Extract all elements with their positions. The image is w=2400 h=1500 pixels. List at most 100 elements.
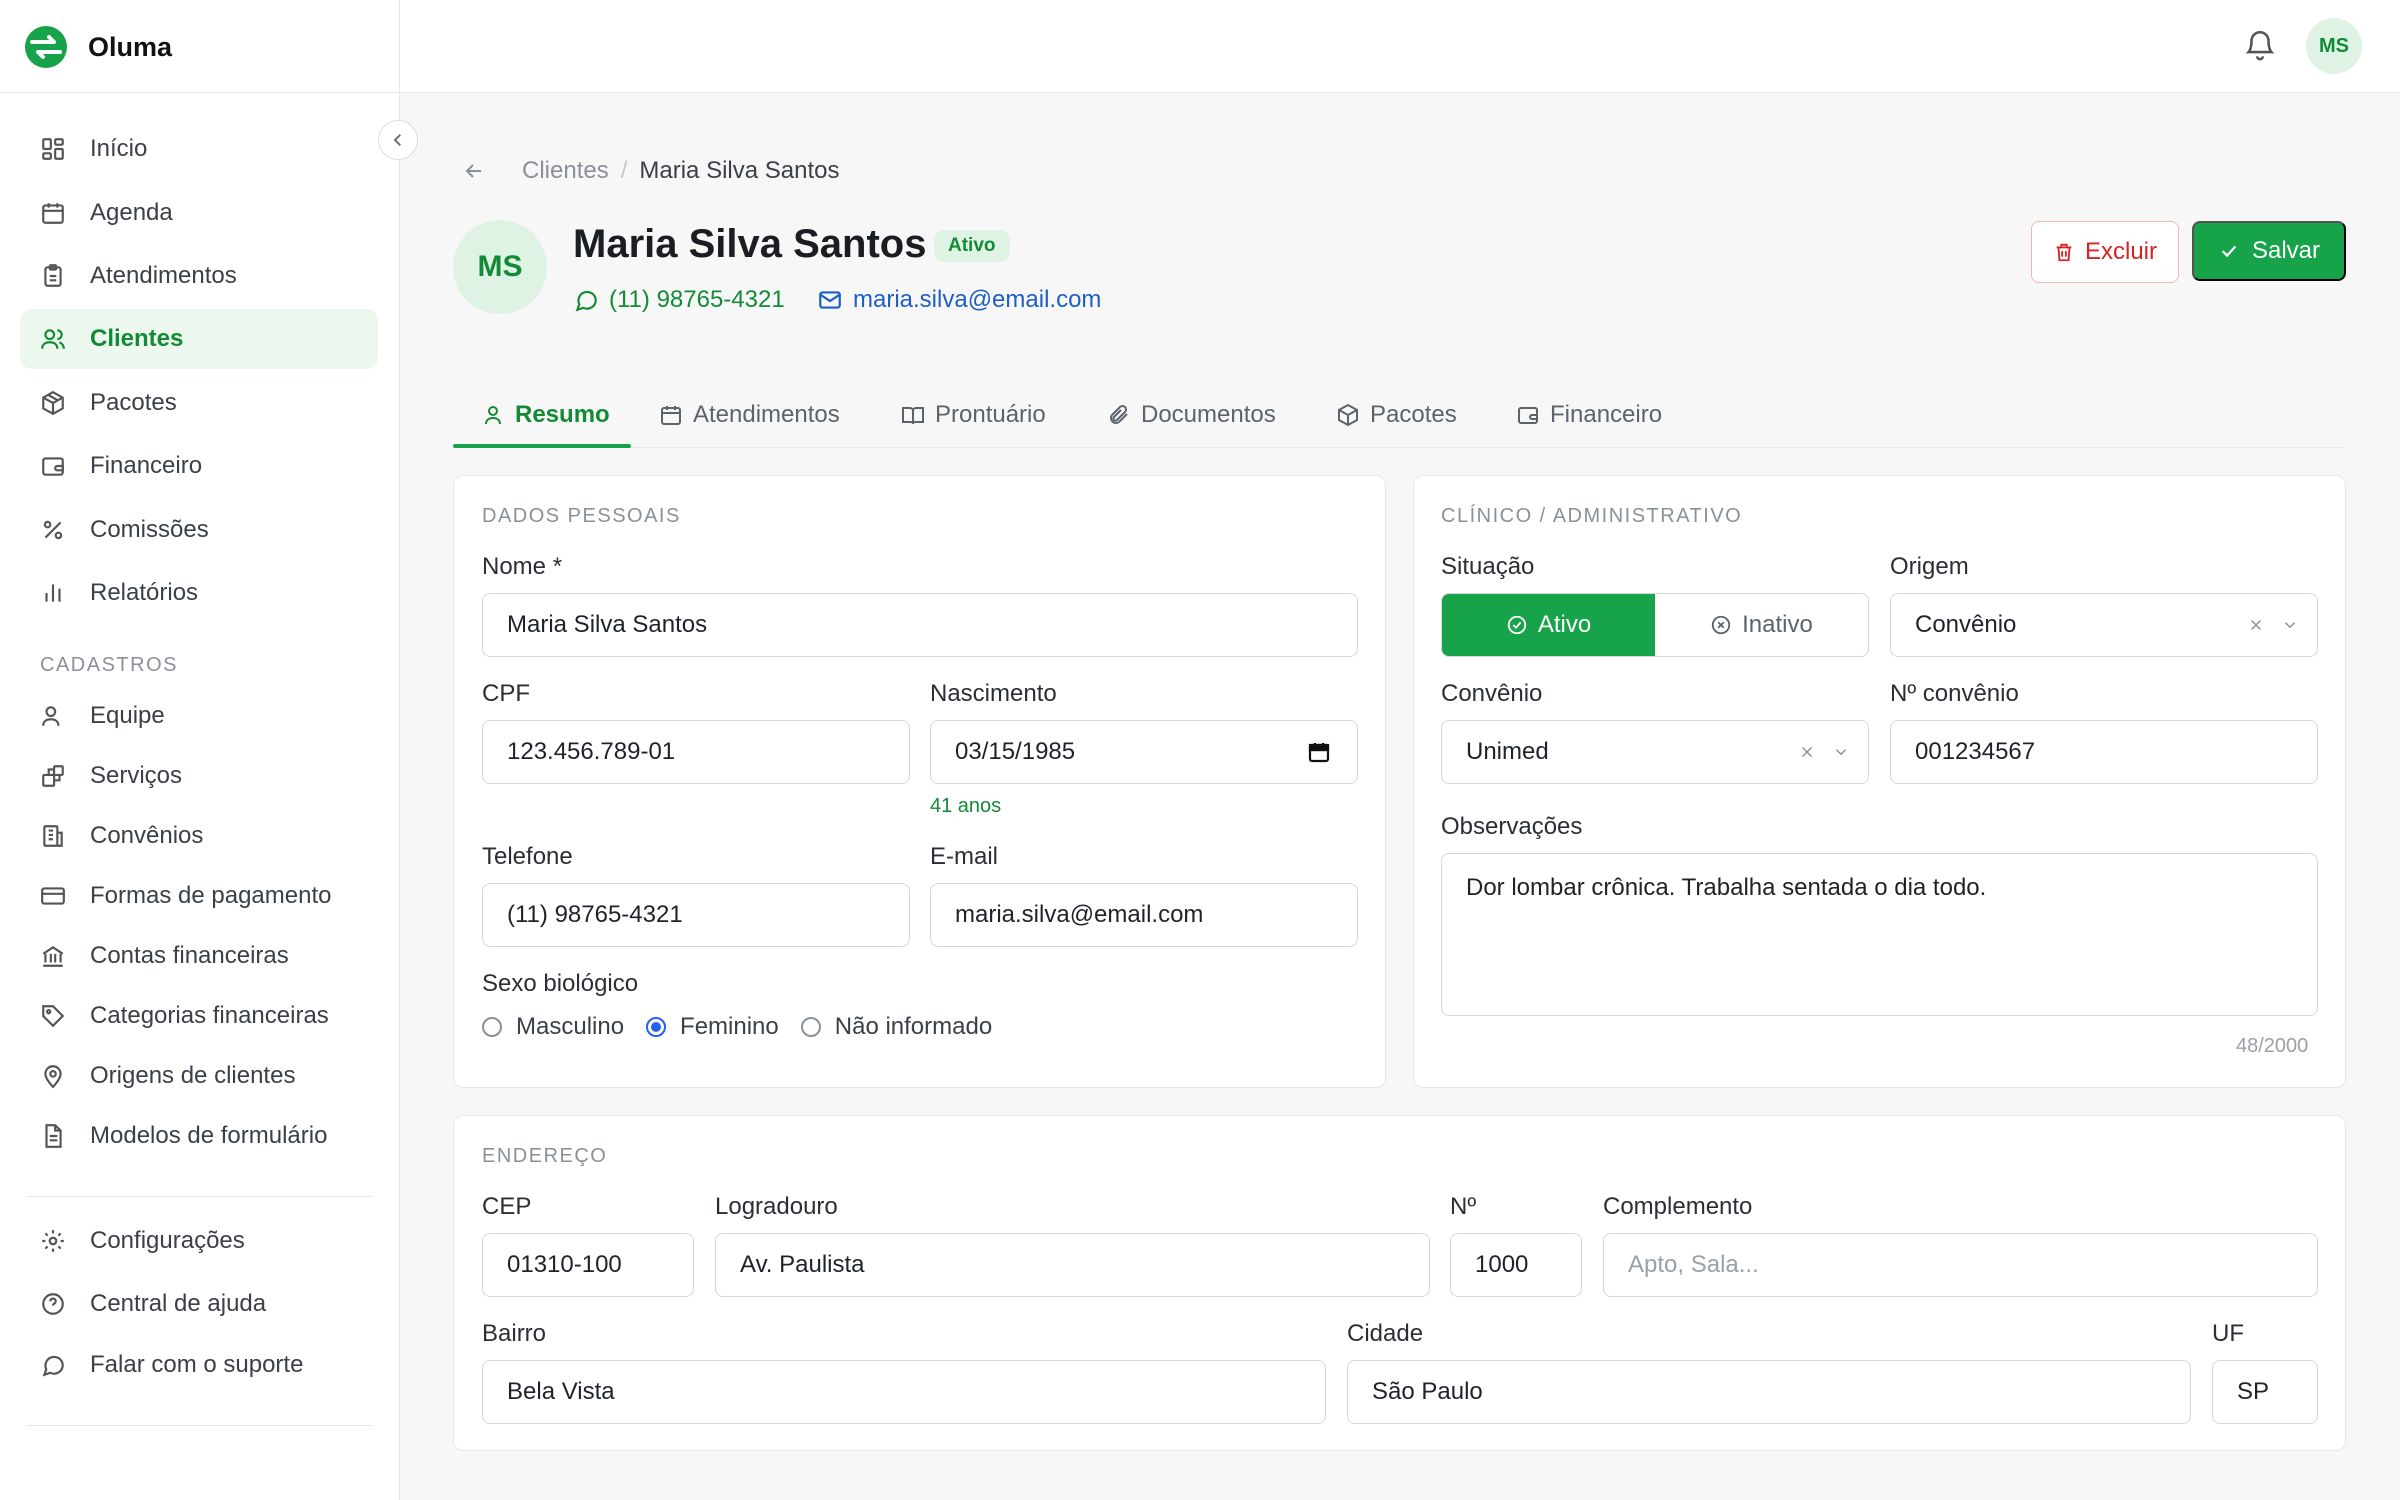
insurance-select[interactable]: Unimed <box>1441 720 1869 784</box>
blocks-icon <box>38 761 68 791</box>
sidebar-item-servicos[interactable]: Serviços <box>20 746 378 806</box>
paperclip-icon <box>1107 403 1131 427</box>
cpf-field[interactable]: 123.456.789-01 <box>482 720 910 784</box>
sidebar-item-agenda[interactable]: Agenda <box>20 183 378 243</box>
email-field[interactable]: maria.silva@email.com <box>930 883 1358 947</box>
sidebar-item-label: Central de ajuda <box>90 1290 267 1317</box>
status-inativo-option[interactable]: Inativo <box>1655 594 1868 656</box>
name-field[interactable]: Maria Silva Santos <box>482 593 1358 657</box>
sidebar-item-label: Início <box>90 135 148 162</box>
check-icon <box>2218 240 2240 262</box>
sidebar-item-modelos-formulario[interactable]: Modelos de formulário <box>20 1106 378 1166</box>
breadcrumb: Clientes / Maria Silva Santos <box>462 154 839 188</box>
origin-select[interactable]: Convênio <box>1890 593 2318 657</box>
sidebar-item-formas-pagamento[interactable]: Formas de pagamento <box>20 866 378 926</box>
save-button-label: Salvar <box>2251 237 2321 264</box>
package-icon <box>1336 403 1360 427</box>
district-field[interactable]: Bela Vista <box>482 1360 1326 1424</box>
sidebar-item-origens-clientes[interactable]: Origens de clientes <box>20 1046 378 1106</box>
status-ativo-option[interactable]: Ativo <box>1442 594 1655 656</box>
bell-icon[interactable] <box>2243 28 2277 62</box>
notes-textarea[interactable]: Dor lombar crônica. Trabalha sentada o d… <box>1441 853 2318 1016</box>
sidebar-item-label: Contas financeiras <box>90 942 289 969</box>
sidebar-item-contas-financeiras[interactable]: Contas financeiras <box>20 926 378 986</box>
user-icon <box>38 701 68 731</box>
sidebar-item-categorias-financeiras[interactable]: Categorias financeiras <box>20 986 378 1046</box>
delete-button[interactable]: Excluir <box>2031 221 2179 283</box>
client-email[interactable]: maria.silva@email.com <box>817 284 1101 316</box>
user-icon <box>481 403 505 427</box>
sidebar-item-clientes[interactable]: Clientes <box>20 309 378 369</box>
chevron-down-icon[interactable] <box>1832 743 1850 761</box>
tab-atendimentos[interactable]: Atendimentos <box>659 382 840 448</box>
calendar-icon[interactable] <box>1307 740 1331 764</box>
chevron-down-icon[interactable] <box>2281 616 2299 634</box>
save-button[interactable]: Salvar <box>2192 221 2346 281</box>
phone-label: Telefone <box>482 843 573 870</box>
tab-documentos[interactable]: Documentos <box>1107 382 1276 448</box>
insurance-value: Unimed <box>1466 738 1549 765</box>
wallet-icon <box>1516 403 1540 427</box>
section-title: ENDEREÇO <box>482 1145 608 1167</box>
sidebar-item-financeiro[interactable]: Financeiro <box>20 436 378 496</box>
state-field[interactable]: SP <box>2212 1360 2318 1424</box>
sex-radio-group: Masculino Feminino Não informado <box>482 1010 1014 1044</box>
sidebar-item-label: Configurações <box>90 1227 245 1254</box>
sidebar-item-convenios[interactable]: Convênios <box>20 806 378 866</box>
sidebar-item-configuracoes[interactable]: Configurações <box>20 1211 378 1271</box>
sidebar-item-equipe[interactable]: Equipe <box>20 686 378 746</box>
sidebar-item-inicio[interactable]: Início <box>20 119 378 179</box>
sidebar-item-suporte[interactable]: Falar com o suporte <box>20 1335 378 1395</box>
sidebar-item-pacotes[interactable]: Pacotes <box>20 373 378 433</box>
radio-feminino[interactable]: Feminino <box>646 1013 779 1041</box>
radio-nao-informado[interactable]: Não informado <box>800 1013 992 1041</box>
user-avatar[interactable]: MS <box>2306 18 2362 74</box>
sidebar-item-label: Relatórios <box>90 579 199 606</box>
complement-field[interactable]: Apto, Sala... <box>1603 1233 2318 1297</box>
sidebar-item-label: Formas de pagamento <box>90 882 332 909</box>
breadcrumb-separator: / <box>620 157 628 184</box>
radio-label: Masculino <box>516 1013 625 1040</box>
client-phone-text: (11) 98765-4321 <box>609 286 785 313</box>
collapse-sidebar-button[interactable] <box>378 120 418 160</box>
brand[interactable]: Oluma <box>24 24 172 70</box>
sidebar-item-comissoes[interactable]: Comissões <box>20 500 378 560</box>
insurance-number-field[interactable]: 001234567 <box>1890 720 2318 784</box>
sidebar-item-central-ajuda[interactable]: Central de ajuda <box>20 1274 378 1334</box>
arrow-left-icon[interactable] <box>462 156 492 186</box>
street-field[interactable]: Av. Paulista <box>715 1233 1430 1297</box>
breadcrumb-current: Maria Silva Santos <box>639 157 840 184</box>
tab-label: Financeiro <box>1550 401 1663 428</box>
district-label: Bairro <box>482 1320 547 1347</box>
divider <box>0 92 400 93</box>
city-field[interactable]: São Paulo <box>1347 1360 2191 1424</box>
birth-date-field[interactable]: 03/15/1985 <box>930 720 1358 784</box>
calendar-icon <box>38 198 68 228</box>
clear-icon[interactable] <box>2247 616 2265 634</box>
sidebar-item-atendimentos[interactable]: Atendimentos <box>20 246 378 306</box>
phone-field[interactable]: (11) 98765-4321 <box>482 883 910 947</box>
breadcrumb-parent[interactable]: Clientes <box>522 157 609 185</box>
state-label: UF <box>2212 1320 2244 1347</box>
radio-masculino[interactable]: Masculino <box>482 1013 624 1041</box>
client-phone[interactable]: (11) 98765-4321 <box>573 284 785 316</box>
notes-counter: 48/2000 <box>2236 1035 2309 1057</box>
tab-pacotes[interactable]: Pacotes <box>1336 382 1457 448</box>
number-field[interactable]: 1000 <box>1450 1233 1582 1297</box>
name-label: Nome * <box>482 553 563 580</box>
sidebar-item-label: Equipe <box>90 702 165 729</box>
age-helper: 41 anos <box>930 795 1002 817</box>
sidebar-item-label: Origens de clientes <box>90 1062 296 1089</box>
tab-resumo[interactable]: Resumo <box>481 382 610 448</box>
cep-field[interactable]: 01310-100 <box>482 1233 694 1297</box>
tab-financeiro[interactable]: Financeiro <box>1516 382 1662 448</box>
radio-label: Feminino <box>680 1013 779 1040</box>
tab-prontuario[interactable]: Prontuário <box>901 382 1046 448</box>
number-label: Nº <box>1450 1193 1477 1220</box>
sidebar-item-relatorios[interactable]: Relatórios <box>20 563 378 623</box>
clear-icon[interactable] <box>1798 743 1816 761</box>
page-title: Maria Silva Santos <box>573 222 927 266</box>
bar-chart-icon <box>38 578 68 608</box>
city-label: Cidade <box>1347 1320 1424 1347</box>
cpf-label: CPF <box>482 680 530 707</box>
